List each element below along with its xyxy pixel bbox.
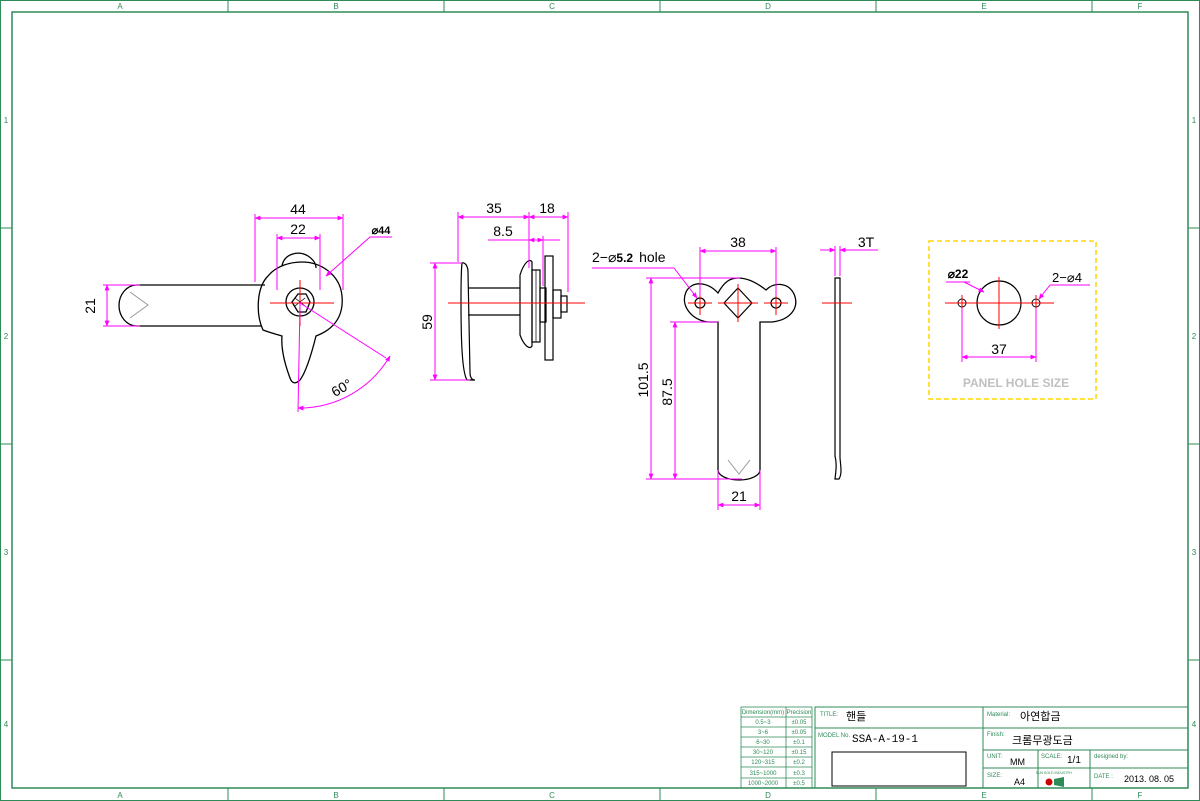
plate-dim-labels: 38 2−⌀5.2 hole 101.5 87.5 21 (592, 234, 747, 504)
dim-59: 59 (419, 314, 435, 330)
date-value: 2013. 08. 05 (1124, 774, 1174, 784)
tolerance-cell: 120~315 (751, 760, 775, 766)
hole-callout-suffix: hole (639, 249, 666, 265)
zone-number-left: 4 (4, 720, 9, 729)
panel-hole-size-label: PANEL HOLE SIZE (963, 376, 1069, 390)
technical-drawing-sheet: A B C D E F A B C D E F 1 2 3 4 1 2 3 4 (0, 0, 1200, 801)
zone-letter-bottom: F (1138, 791, 1143, 800)
dim-22: 22 (290, 221, 306, 237)
zone-letter-top: B (333, 2, 338, 11)
zone-number-right: 2 (1192, 332, 1197, 341)
dim-diameter-44: ⌀44 (372, 225, 392, 237)
zone-letter-bottom: E (981, 791, 986, 800)
dim-21: 21 (82, 298, 98, 314)
hole-callout-prefix: 2−⌀ (592, 249, 616, 265)
grip-v-mark (129, 291, 149, 319)
zone-number-right: 4 (1192, 720, 1197, 729)
size-value: A4 (1014, 777, 1025, 787)
date-label: DATE : (1094, 774, 1113, 780)
plate-v-mark (727, 459, 751, 475)
zone-number-right: 3 (1192, 548, 1197, 557)
designed-label: designed by: (1094, 754, 1128, 760)
tolerance-cell: 6~30 (756, 740, 770, 746)
model-value: SSA-A-19-1 (852, 734, 918, 746)
dim-diameter-22: ⌀22 (948, 267, 969, 281)
dim-101-5: 101.5 (635, 362, 651, 397)
title-blank-box (831, 751, 967, 787)
zone-number-right: 1 (1192, 116, 1197, 125)
zone-letter-top: F (1138, 2, 1143, 11)
model-label: MODEL No. (818, 733, 850, 739)
finish-value: 크롬무광도금 (1012, 734, 1073, 747)
tolerance-cell: ±0.05 (792, 730, 808, 736)
side-dim-labels: 35 18 8.5 59 (419, 200, 555, 330)
dim-21-tail: 21 (731, 488, 747, 504)
side-view: 35 18 8.5 59 (419, 200, 585, 381)
dim-37: 37 (991, 341, 1007, 357)
material-label: Material: (987, 712, 1010, 718)
dim-60-deg: 60° (328, 375, 354, 399)
zone-letter-bottom: D (765, 791, 771, 800)
drawing-frame (0, 0, 1200, 801)
svg-text:SUN SOLD INDUSTRY: SUN SOLD INDUSTRY (1036, 771, 1073, 775)
scale-label: SCALE: (1041, 754, 1063, 760)
title-value: 핸들 (846, 710, 866, 723)
tolerance-cell: ±0.1 (793, 740, 805, 746)
front-view: 44 22 ⌀44 21 60° (82, 201, 392, 413)
tolerance-cell: ±0.3 (793, 771, 805, 777)
tolerance-table: Dimension(mm) Precision 0.5~3 ±0.05 3~6 … (740, 706, 813, 789)
tolerance-header-dimension: Dimension(mm) (742, 710, 784, 716)
dim-35: 35 (486, 200, 502, 216)
tolerance-cell: ±0.15 (792, 750, 808, 756)
tolerance-cell: 3~6 (758, 730, 769, 736)
tolerance-cell: 0.5~3 (755, 720, 771, 726)
dim-38: 38 (730, 234, 746, 250)
hole-callout: 2−⌀5.2 hole (592, 249, 666, 265)
zone-letter-bottom: A (117, 791, 123, 800)
tolerance-cell: ±0.2 (793, 760, 805, 766)
material-value: 아연합금 (1020, 710, 1060, 723)
panel-hole-view: ⌀22 2−⌀4 37 PANEL HOLE SIZE (928, 240, 1097, 400)
dim-2-diameter-4: 2−⌀4 (1052, 270, 1082, 285)
handle-outline (118, 252, 343, 384)
tolerance-cell: 30~120 (753, 750, 774, 756)
tolerance-cell: ±0.05 (792, 720, 808, 726)
size-label: SIZE: (987, 773, 1002, 779)
tolerance-cell: 1000~2000 (748, 781, 779, 787)
dim-44: 44 (290, 201, 306, 217)
hole-callout-value: 5.2 (616, 251, 633, 265)
zone-number-left: 2 (4, 332, 9, 341)
dim-3t: 3T (858, 234, 875, 250)
plate-view: 38 2−⌀5.2 hole 101.5 87.5 21 (592, 234, 797, 510)
tolerance-header-precision: Precision (787, 710, 812, 716)
zone-letter-top: D (765, 2, 771, 11)
plate-edge-view: 3T (820, 234, 878, 480)
zone-labels: A B C D E F A B C D E F 1 2 3 4 1 2 3 4 (4, 2, 1197, 800)
dim-18: 18 (539, 200, 555, 216)
title-label: TITLE: (820, 712, 838, 718)
zone-letter-top: E (981, 2, 986, 11)
finish-label: Finish: (987, 732, 1005, 738)
tolerance-cell: ±0.5 (793, 781, 805, 787)
zone-letter-bottom: B (333, 791, 338, 800)
scale-value: 1/1 (1067, 755, 1081, 766)
zone-letter-top: C (549, 2, 555, 11)
zone-number-left: 3 (4, 548, 9, 557)
plate-dimensions (592, 247, 777, 510)
unit-value: MM (1010, 757, 1025, 767)
front-dim-labels: 44 22 ⌀44 21 60° (82, 201, 391, 400)
side-outline (460, 255, 568, 381)
dim-87-5: 87.5 (659, 378, 675, 405)
zone-letter-top: A (117, 2, 123, 11)
zone-number-left: 1 (4, 116, 9, 125)
company-logo: SUN SOLD INDUSTRY (1036, 771, 1073, 787)
zone-letter-bottom: C (549, 791, 555, 800)
title-block: TITLE: MODEL No. Material: Finish: UNIT:… (814, 706, 1189, 789)
unit-label: UNIT: (987, 754, 1002, 760)
plate-centerlines (688, 284, 788, 322)
tolerance-cell: 315~1000 (750, 771, 778, 777)
dim-8-5: 8.5 (493, 223, 513, 239)
